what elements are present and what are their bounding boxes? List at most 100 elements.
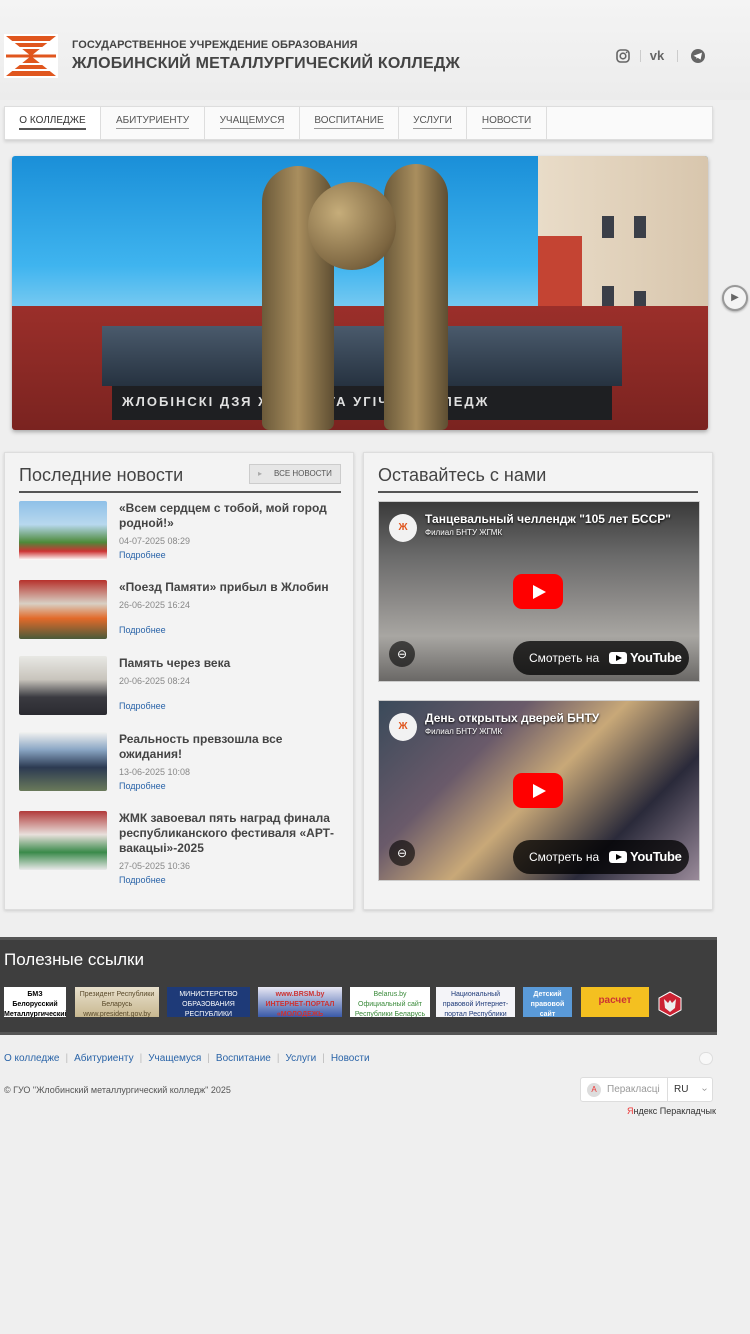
hero-building-glass (102, 326, 622, 386)
translate-widget[interactable]: A Перакласці RU (580, 1077, 713, 1102)
news-item[interactable]: «Поезд Памяти» прибыл в Жлобин 26-06-202… (19, 580, 341, 642)
news-date: 20-06-2025 08:24 (119, 676, 191, 686)
slider-next-button[interactable]: ▶ (722, 285, 748, 311)
watch-label: Смотреть на (529, 850, 600, 864)
play-button[interactable] (513, 773, 563, 808)
news-item[interactable]: «Всем сердцем с тобой, мой город родной!… (19, 501, 341, 563)
footer-link-applicants[interactable]: Абитуриенту (74, 1053, 134, 1064)
news-item[interactable]: Память через века 20-06-2025 08:24 Подро… (19, 656, 341, 718)
footer-link-about[interactable]: О колледже (4, 1053, 59, 1064)
scroll-top-button[interactable] (699, 1052, 713, 1065)
panel-divider (19, 491, 341, 493)
nav-item-services[interactable]: УСЛУГИ (399, 107, 467, 139)
link-banner-bmz[interactable]: БМЗ Белорусский Металлургический Завод (4, 987, 66, 1017)
vk-icon[interactable]: vk (649, 48, 665, 64)
translate-button[interactable]: Перакласці (607, 1084, 660, 1095)
nav-item-label: УСЛУГИ (413, 115, 452, 129)
org-subtitle: ГОСУДАРСТВЕННОЕ УЧРЕЖДЕНИЕ ОБРАЗОВАНИЯ (72, 39, 358, 51)
news-thumbnail[interactable] (19, 580, 107, 639)
link-banner-pravo[interactable]: Национальный правовой Интернет-портал Ре… (436, 987, 515, 1017)
news-more-link[interactable]: Подробнее (119, 550, 166, 560)
news-panel-title: Последние новости (19, 465, 184, 485)
footer-link-news[interactable]: Новости (331, 1053, 370, 1064)
news-more-link[interactable]: Подробнее (119, 781, 166, 791)
news-title[interactable]: «Всем сердцем с тобой, мой город родной!… (119, 501, 337, 531)
hero-window (634, 216, 646, 238)
instagram-icon[interactable] (615, 48, 631, 64)
channel-avatar[interactable]: Ж (389, 514, 417, 542)
video-channel[interactable]: Филиал БНТУ ЖГМК (425, 727, 502, 736)
news-date: 26-06-2025 16:24 (119, 600, 191, 610)
video-title[interactable]: Танцевальный челлендж "105 лет БССР" (425, 512, 671, 526)
news-title[interactable]: Реальность превзошла все ожидания! (119, 732, 337, 762)
hero-slider[interactable]: ЖЛОБІНСКІ ДЗЯ ЖНЫ МЕТА УГІЧНЫ КАЛЕДЖ (12, 156, 708, 430)
watch-on-youtube-button[interactable]: Смотреть на YouTube (513, 641, 689, 675)
news-more-link[interactable]: Подробнее (119, 625, 166, 635)
nav-item-news[interactable]: НОВОСТИ (467, 107, 547, 139)
site-header: ГОСУДАРСТВЕННОЕ УЧРЕЖДЕНИЕ ОБРАЗОВАНИЯ Ж… (0, 0, 750, 100)
main-nav: О КОЛЛЕДЖЕ АБИТУРИЕНТУ УЧАЩЕМУСЯ ВОСПИТА… (4, 106, 713, 140)
news-title[interactable]: «Поезд Памяти» прибыл в Жлобин (119, 580, 337, 595)
stay-panel-title: Оставайтесь с нами (378, 465, 547, 485)
useful-links-section: Полезные ссылки БМЗ Белорусский Металлур… (0, 937, 717, 1035)
footer-link-upbringing[interactable]: Воспитание (216, 1053, 271, 1064)
nav-item-students[interactable]: УЧАЩЕМУСЯ (205, 107, 300, 139)
news-title[interactable]: ЖМК завоевал пять наград финала республи… (119, 811, 337, 856)
youtube-icon (609, 851, 627, 863)
watch-on-youtube-button[interactable]: Смотреть на YouTube (513, 840, 689, 874)
social-divider (677, 50, 678, 62)
video-embed[interactable]: Ж День открытых дверей БНТУ Филиал БНТУ … (378, 700, 700, 881)
nav-item-applicants[interactable]: АБИТУРИЕНТУ (101, 107, 205, 139)
nav-item-label: АБИТУРИЕНТУ (115, 115, 190, 129)
all-news-button[interactable]: ВСЕ НОВОСТИ (249, 464, 341, 484)
wolf-logo-icon (658, 991, 682, 1017)
nav-item-about[interactable]: О КОЛЛЕДЖЕ (5, 107, 101, 139)
news-more-link[interactable]: Подробнее (119, 701, 166, 711)
news-date: 04-07-2025 08:29 (119, 536, 191, 546)
news-thumbnail[interactable] (19, 732, 107, 791)
link-banner-wolf[interactable] (656, 987, 684, 1017)
news-title[interactable]: Память через века (119, 656, 337, 671)
social-divider (640, 50, 641, 62)
channel-avatar[interactable]: Ж (389, 713, 417, 741)
college-logo[interactable] (4, 34, 58, 78)
link-banner-brsm[interactable]: www.BRSM.by ИНТЕРНЕТ-ПОРТАЛ «МОЛОДЕЖЬ БЕ… (258, 987, 342, 1017)
footer-link-students[interactable]: Учащемуся (148, 1053, 201, 1064)
news-more-link[interactable]: Подробнее (119, 875, 166, 885)
news-item[interactable]: ЖМК завоевал пять наград финала республи… (19, 811, 341, 885)
footer-nav: О колледже | Абитуриенту | Учащемуся | Воспита… (4, 1053, 370, 1064)
language-select[interactable]: RU (667, 1078, 714, 1101)
news-thumbnail[interactable] (19, 811, 107, 870)
link-banner-ministry[interactable]: МИНИСТЕРСТВО ОБРАЗОВАНИЯ РЕСПУБЛИКИ БЕЛА… (167, 987, 250, 1017)
nav-item-label: О КОЛЛЕДЖЕ (19, 115, 86, 130)
hero-window (602, 216, 614, 238)
org-title[interactable]: ЖЛОБИНСКИЙ МЕТАЛЛУРГИЧЕСКИЙ КОЛЛЕДЖ (72, 55, 460, 73)
news-item[interactable]: Реальность превзошла все ожидания! 13-06… (19, 732, 341, 794)
play-button[interactable] (513, 574, 563, 609)
video-channel[interactable]: Филиал БНТУ ЖГМК (425, 528, 502, 537)
yandex-label: ндекс Перакладчык (633, 1106, 716, 1116)
video-embed[interactable]: Ж Танцевальный челлендж "105 лет БССР" Ф… (378, 501, 700, 682)
footer-link-services[interactable]: Услуги (285, 1053, 316, 1064)
link-banner-kids-legal[interactable]: Детский правовой сайт (523, 987, 572, 1017)
telegram-icon[interactable] (690, 48, 706, 64)
news-thumbnail[interactable] (19, 501, 107, 560)
copyright: © ГУО "Жлобинский металлургический колле… (4, 1085, 231, 1095)
nav-item-label: ВОСПИТАНИЕ (314, 115, 384, 129)
link-banner-raschet[interactable]: расчет (581, 987, 649, 1017)
youtube-wordmark: YouTube (630, 650, 682, 665)
hero-window (602, 286, 614, 308)
nav-item-label: УЧАЩЕМУСЯ (219, 115, 285, 129)
news-date: 27-05-2025 10:36 (119, 861, 191, 871)
hero-statue-female (384, 164, 448, 430)
copy-link-icon[interactable]: ⊖ (389, 641, 415, 667)
yandex-translator-credit[interactable]: Яндекс Перакладчык (627, 1106, 716, 1116)
video-title[interactable]: День открытых дверей БНТУ (425, 711, 599, 725)
link-banner-belarus-by[interactable]: Belarus.by Официальный сайт Республики Б… (350, 987, 430, 1017)
nav-item-label: НОВОСТИ (481, 115, 532, 129)
copy-link-icon[interactable]: ⊖ (389, 840, 415, 866)
nav-item-upbringing[interactable]: ВОСПИТАНИЕ (300, 107, 399, 139)
stay-panel: Оставайтесь с нами Ж Танцевальный челлен… (363, 452, 713, 910)
news-thumbnail[interactable] (19, 656, 107, 715)
link-banner-president[interactable]: Президент Республики Беларусь www.presid… (75, 987, 159, 1017)
